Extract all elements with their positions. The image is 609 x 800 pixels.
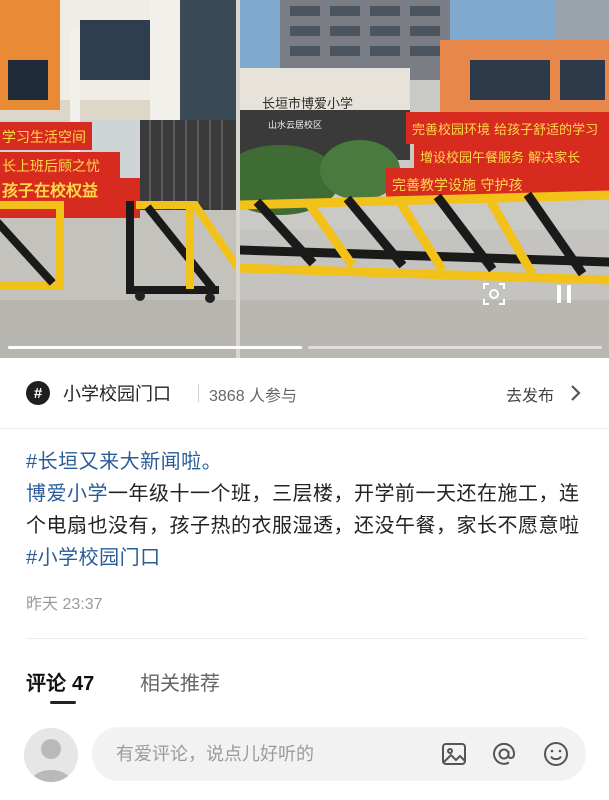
- topic-name[interactable]: 小学校园门口: [63, 380, 171, 406]
- hash-topic-icon: #: [26, 381, 50, 405]
- right-banner-2: 增设校园午餐服务 解决家长: [420, 150, 580, 166]
- left-banner-2: 长上班后顾之忧: [2, 159, 100, 175]
- left-banner-1: 学习生活空间: [2, 130, 86, 146]
- school-mention-link[interactable]: 博爱小学: [26, 483, 108, 505]
- avatar[interactable]: [24, 728, 78, 782]
- pager-segment-1[interactable]: [8, 346, 302, 349]
- pager: [0, 346, 609, 350]
- post-timestamp: 昨天 23:37: [26, 596, 103, 613]
- comment-box[interactable]: [92, 727, 586, 781]
- chevron-right-icon[interactable]: [568, 383, 582, 403]
- media-gallery[interactable]: 学习生活空间 长上班后顾之忧 孩子在校权益 长垣市博爱小学 山水云居校区 完善校…: [0, 0, 609, 358]
- campus-sign: 山水云居校区: [268, 119, 322, 131]
- divider: [26, 638, 586, 639]
- emoji-icon[interactable]: [542, 740, 570, 768]
- publish-link[interactable]: 去发布: [506, 382, 554, 406]
- scan-icon[interactable]: [476, 276, 512, 312]
- hashtag-link[interactable]: #长垣又来大新闻啦。: [26, 451, 222, 473]
- right-banner-3: 完善教学设施 守护孩: [392, 178, 522, 194]
- tab-related[interactable]: 相关推荐: [140, 667, 220, 696]
- right-banner-1: 完善校园环境 给孩子舒适的学习: [412, 122, 598, 138]
- at-icon[interactable]: [490, 740, 518, 768]
- pause-icon[interactable]: [546, 276, 582, 312]
- comment-input[interactable]: [116, 727, 416, 781]
- pager-segment-2[interactable]: [308, 346, 602, 349]
- photo-left[interactable]: 学习生活空间 长上班后顾之忧 孩子在校权益: [0, 0, 236, 358]
- topic-bar[interactable]: # 小学校园门口 3868 人参与 去发布: [0, 358, 609, 429]
- left-banner-3: 孩子在校权益: [2, 181, 98, 200]
- topic-hashtag-link[interactable]: #小学校园门口: [26, 547, 161, 569]
- topic-separator: [198, 384, 199, 402]
- topic-participant-count: 3868 人参与: [209, 388, 298, 405]
- post-text: 一年级十一个班，三层楼，开学前一天还在施工，连个电扇也没有，孩子热的衣服湿透，还…: [26, 483, 580, 537]
- tab-comments[interactable]: 评论 47: [26, 667, 94, 696]
- comment-count: 47: [72, 673, 95, 695]
- post-body: #长垣又来大新闻啦。 博爱小学一年级十一个班，三层楼，开学前一天还在施工，连个电…: [26, 446, 586, 574]
- active-tab-indicator: [50, 701, 76, 704]
- image-icon[interactable]: [440, 740, 468, 768]
- tab-comments-label: 评论: [26, 673, 66, 695]
- school-sign: 长垣市博爱小学: [262, 96, 353, 112]
